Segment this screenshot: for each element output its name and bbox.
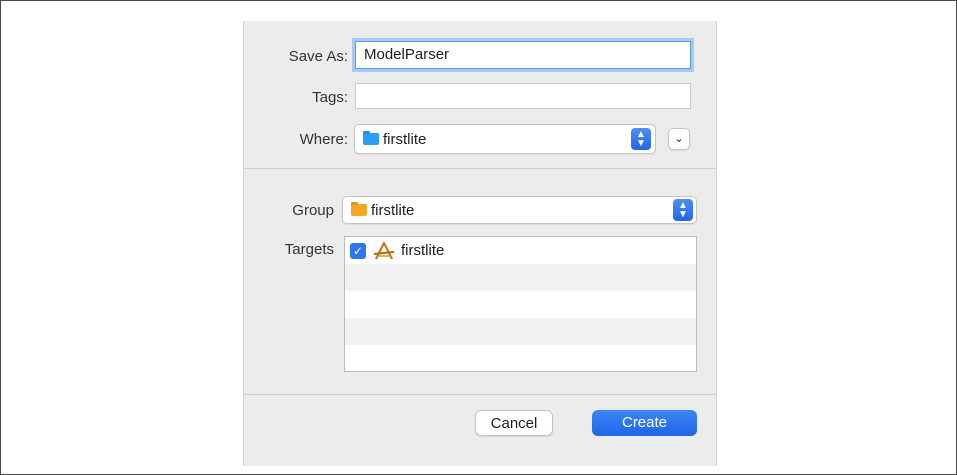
group-popup[interactable]: firstlite ▲ ▼ [342,196,697,224]
separator [244,394,716,395]
stepper-icon: ▲ ▼ [631,128,651,150]
chevron-down-icon: ⌄ [674,133,684,145]
separator [244,168,716,169]
cancel-button[interactable]: Cancel [475,410,553,436]
stepper-icon: ▲ ▼ [673,199,693,221]
folder-icon [351,204,367,216]
where-popup[interactable]: firstlite ▲ ▼ [354,124,656,154]
table-row [345,345,696,371]
targets-label: Targets [284,241,334,258]
save-dialog: Save As: ModelParser Tags: Where: firstl… [243,21,717,466]
tags-input[interactable] [355,83,691,109]
folder-icon [363,133,379,145]
save-as-input[interactable]: ModelParser [355,41,691,69]
table-row [345,318,696,345]
checkbox[interactable]: ✓ [350,243,366,259]
target-name: firstlite [401,242,445,259]
table-row [345,264,696,291]
group-label: Group [292,202,334,219]
tags-label: Tags: [312,89,348,106]
xcode-app-icon [373,241,395,260]
group-value: firstlite [371,202,415,219]
table-row[interactable]: ✓ firstlite [345,237,696,264]
save-as-label: Save As: [288,48,348,65]
where-value: firstlite [383,131,427,148]
targets-table: ✓ firstlite [344,236,697,372]
create-button[interactable]: Create [592,410,697,436]
table-row [345,291,696,318]
where-label: Where: [299,131,348,148]
expand-dialog-button[interactable]: ⌄ [668,128,690,150]
